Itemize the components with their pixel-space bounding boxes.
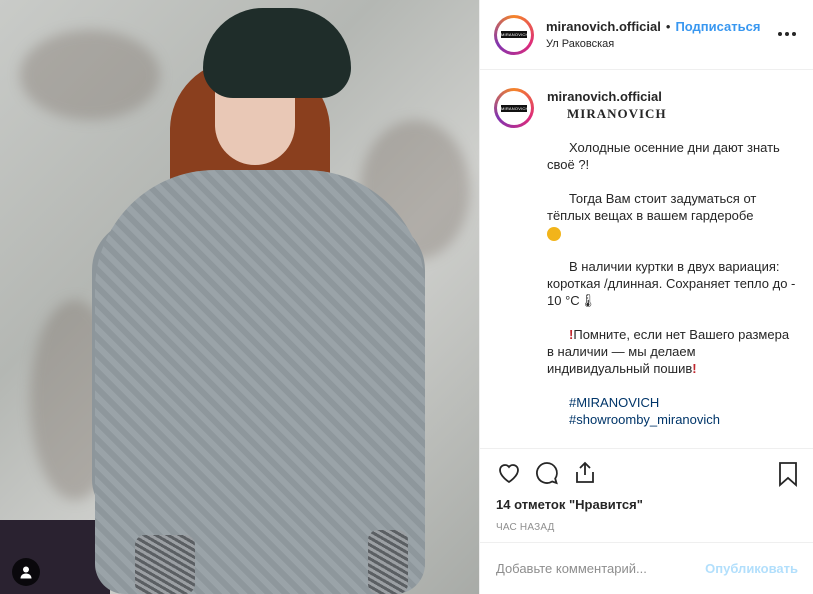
heart-icon[interactable] bbox=[496, 460, 522, 486]
likes-count[interactable]: 14 отметок "Нравится" bbox=[496, 497, 797, 512]
caption-brand: MIRANOVICH bbox=[567, 106, 667, 121]
brand-logo: MIRANOVICH bbox=[501, 31, 527, 38]
hashtag-link[interactable]: #showroomby_miranovich bbox=[547, 411, 799, 428]
exclamation-icon: ! bbox=[692, 361, 697, 376]
separator-dot: • bbox=[665, 19, 671, 34]
hashtag-list: #MIRANOVICH #showroomby_miranovich bbox=[547, 394, 799, 428]
wall-texture bbox=[20, 30, 160, 120]
caption-paragraph: !Помните, если нет Вашего размера в нали… bbox=[547, 326, 799, 377]
location-link[interactable]: Ул Раковская bbox=[546, 38, 760, 50]
post-photo[interactable] bbox=[0, 0, 479, 594]
share-icon[interactable] bbox=[572, 460, 598, 486]
glove-left bbox=[135, 535, 195, 594]
tagged-user-icon[interactable] bbox=[12, 558, 40, 586]
follow-button[interactable]: Подписаться bbox=[675, 19, 760, 34]
caption-area: MIRANOVICH miranovich.official MIRANOVIC… bbox=[480, 70, 813, 448]
post-comment-button[interactable]: Опубликовать bbox=[705, 561, 798, 576]
more-horizontal-icon[interactable] bbox=[777, 26, 797, 37]
post-header: MIRANOVICH miranovich.official • Подписа… bbox=[480, 0, 813, 70]
post-time: ЧАС НАЗАД bbox=[496, 522, 555, 533]
comment-icon[interactable] bbox=[534, 460, 560, 486]
caption-paragraph: В наличии куртки в двух вариация: коротк… bbox=[547, 259, 796, 308]
comment-input[interactable] bbox=[496, 561, 696, 576]
hashtag-link[interactable]: #MIRANOVICH bbox=[547, 394, 799, 411]
caption-paragraph-text: Тогда Вам стоит задуматься от тёплых вещ… bbox=[547, 191, 757, 223]
caption-username[interactable]: miranovich.official bbox=[547, 88, 799, 105]
hugging-emoji-icon bbox=[547, 226, 561, 241]
profile-avatar[interactable]: MIRANOVICH bbox=[494, 14, 534, 55]
caption-paragraph: Тогда Вам стоит задуматься от тёплых вещ… bbox=[547, 190, 799, 241]
header-username[interactable]: miranovich.official bbox=[546, 19, 661, 34]
caption-paragraph: Холодные осенние дни дают знать своё ?! bbox=[547, 140, 780, 172]
brand-logo: MIRANOVICH bbox=[501, 104, 527, 112]
caption-avatar[interactable]: MIRANOVICH bbox=[494, 88, 534, 128]
caption-paragraph-text: Помните, если нет Вашего размера в налич… bbox=[547, 327, 790, 376]
comment-bar: Опубликовать bbox=[480, 542, 813, 594]
model-beret bbox=[203, 8, 351, 98]
post-side-panel: MIRANOVICH miranovich.official • Подписа… bbox=[479, 0, 813, 594]
caption-text: miranovich.official MIRANOVICH Холодные … bbox=[547, 88, 799, 448]
bookmark-icon[interactable] bbox=[777, 461, 799, 487]
post-actions: 14 отметок "Нравится" ЧАС НАЗАД bbox=[480, 448, 813, 540]
glove-right bbox=[368, 530, 408, 594]
